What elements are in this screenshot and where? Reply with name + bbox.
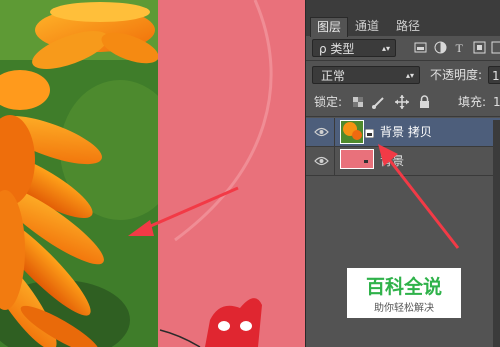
annotation-arrow-right — [378, 144, 460, 249]
lock-all-icon[interactable] — [419, 95, 430, 109]
blend-row: 正常 ▴▾ 不透明度: 1 — [306, 62, 500, 88]
canvas-artwork — [0, 0, 305, 347]
lock-position-icon[interactable] — [395, 95, 409, 109]
visibility-eye-icon[interactable] — [314, 127, 329, 137]
fill-label: 填充: — [458, 95, 487, 109]
svg-text:T: T — [456, 41, 464, 54]
layer-thumbnail-pink — [340, 149, 374, 169]
layer-name[interactable]: 背景 拷贝 — [380, 123, 432, 141]
opacity-label: 不透明度: — [430, 68, 483, 82]
lock-row: 锁定: 填充: 1 — [306, 88, 500, 116]
panel-scrollbar[interactable] — [493, 120, 500, 347]
layer-thumbnail-flower — [340, 120, 364, 144]
opacity-input[interactable]: 1 — [488, 66, 500, 84]
watermark-subtitle: 助你轻松解决 — [374, 303, 434, 314]
shape-filter-icon[interactable] — [473, 41, 486, 54]
tab-channels[interactable]: 通道 — [348, 17, 386, 36]
image-filter-icon[interactable] — [414, 41, 427, 54]
lock-image-pixels-icon[interactable] — [372, 96, 386, 109]
smart-object-filter-icon[interactable] — [491, 41, 500, 54]
smart-object-badge-icon — [365, 129, 374, 138]
lock-transparent-pixels-icon[interactable] — [353, 97, 364, 108]
filter-row: ρ 类型 ▴▾ T — [306, 36, 500, 60]
opacity-value: 1 — [492, 69, 500, 83]
visibility-eye-icon[interactable] — [314, 156, 329, 166]
blend-mode-value: 正常 — [321, 69, 346, 83]
lock-label: 锁定: — [314, 95, 343, 109]
dropdown-arrows-icon: ▴▾ — [381, 44, 390, 53]
watermark-badge: 百科全说 助你轻松解决 — [347, 268, 461, 318]
tab-layers[interactable]: 图层 — [310, 17, 348, 37]
watermark-title: 百科全说 — [365, 276, 442, 298]
dropdown-arrows-icon: ▴▾ — [405, 71, 414, 80]
blend-mode-dropdown[interactable]: 正常 ▴▾ — [312, 66, 420, 84]
filter-kind-label: ρ 类型 — [319, 42, 355, 56]
adjustment-filter-icon[interactable] — [434, 41, 447, 54]
type-filter-icon[interactable]: T — [454, 41, 467, 54]
filter-kind-dropdown[interactable]: ρ 类型 ▴▾ — [312, 39, 396, 57]
tab-paths[interactable]: 路径 — [390, 17, 426, 36]
fill-value[interactable]: 1 — [493, 93, 500, 111]
panel-tab-bar: 图层 通道 路径 — [306, 0, 500, 37]
document-canvas[interactable] — [0, 0, 305, 347]
